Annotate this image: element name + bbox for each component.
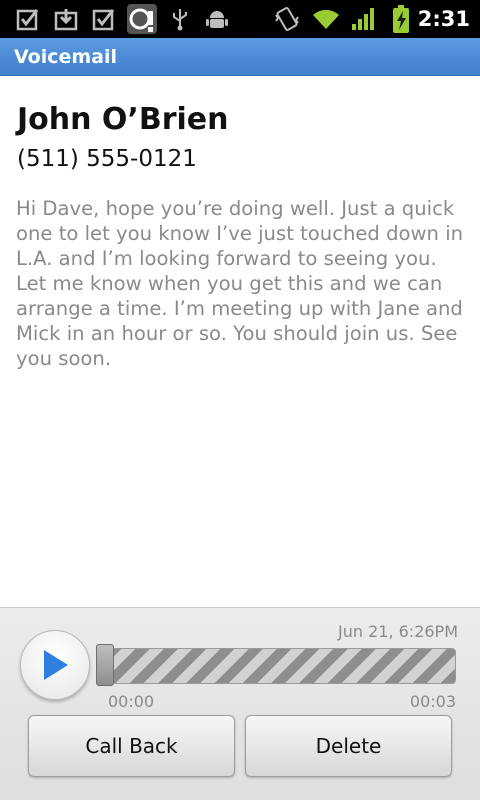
- page-title: Voicemail: [14, 46, 118, 68]
- contact-name: John O’Brien: [17, 102, 229, 137]
- call-back-button[interactable]: Call Back: [28, 715, 235, 777]
- app-title-bar: Voicemail: [0, 38, 480, 76]
- seek-handle[interactable]: [96, 644, 114, 686]
- usb-icon: [168, 5, 192, 33]
- android-debug-icon: [204, 5, 230, 33]
- contact-phone: (511) 555-0121: [17, 146, 197, 172]
- play-button[interactable]: [20, 630, 90, 700]
- checkbox-icon: [14, 5, 42, 33]
- signal-icon: [350, 5, 378, 33]
- wifi-icon: [310, 5, 342, 33]
- voicemail-timestamp: Jun 21, 6:26PM: [338, 622, 458, 641]
- vibrate-icon: [272, 5, 302, 33]
- play-icon: [44, 650, 68, 680]
- current-time: 00:00: [108, 692, 155, 711]
- battery-charging-icon: [390, 5, 412, 33]
- playback-seek-bar[interactable]: [100, 648, 456, 684]
- duration: 00:03: [409, 692, 456, 711]
- voicemail-transcript: Hi Dave, hope you’re doing well. Just a …: [16, 197, 464, 370]
- delete-button[interactable]: Delete: [245, 715, 452, 777]
- status-time: 2:31: [417, 7, 470, 31]
- voicemail-alert-icon: [126, 3, 158, 35]
- checkbox-icon: [90, 5, 118, 33]
- download-icon: [52, 5, 80, 33]
- status-bar: 2:31: [0, 0, 480, 38]
